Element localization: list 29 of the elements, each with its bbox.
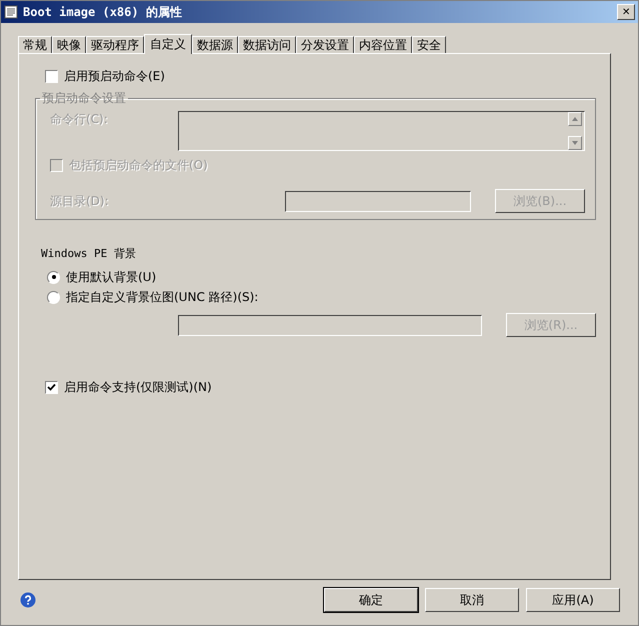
radio-label: 使用默认背景(U): [66, 268, 156, 286]
tab[interactable]: 分发设置: [296, 36, 354, 53]
dialog-button[interactable]: 确定: [324, 588, 418, 612]
group-title: 预启动命令设置: [41, 90, 127, 107]
radio-label: 指定自定义背景位图(UNC 路径)(S):: [66, 288, 258, 306]
window-title: Boot image (x86) 的属性: [23, 4, 182, 20]
radio-button[interactable]: [47, 290, 60, 304]
dialog-button[interactable]: 应用(A): [526, 588, 620, 612]
tab[interactable]: 数据访问: [238, 36, 296, 53]
document-icon: [4, 5, 18, 19]
checkbox-label: 启用命令支持(仅限测试)(N): [64, 378, 212, 396]
section-title: Windows PE 背景: [41, 246, 137, 261]
checkbox[interactable]: [45, 70, 58, 82]
dialog-button[interactable]: 取消: [425, 588, 519, 612]
checkbox[interactable]: [45, 380, 58, 394]
tab[interactable]: 数据源: [192, 36, 238, 53]
source-directory-label: 源目录(D):: [50, 192, 109, 210]
tab[interactable]: 自定义: [144, 34, 192, 54]
command-line-label: 命令行(C):: [50, 111, 108, 128]
tab[interactable]: 映像: [52, 36, 86, 53]
tab[interactable]: 常规: [18, 36, 52, 53]
radio-button[interactable]: [47, 270, 60, 284]
checkbox-label: 包括预启动命令的文件(O): [69, 156, 208, 174]
tab[interactable]: 内容位置: [354, 36, 412, 53]
close-button[interactable]: ✕: [617, 4, 635, 20]
tab[interactable]: 安全: [412, 36, 446, 53]
tab[interactable]: 驱动程序: [86, 36, 144, 53]
checkbox-label: 启用预启动命令(E): [64, 68, 165, 84]
help-icon[interactable]: [20, 592, 36, 608]
